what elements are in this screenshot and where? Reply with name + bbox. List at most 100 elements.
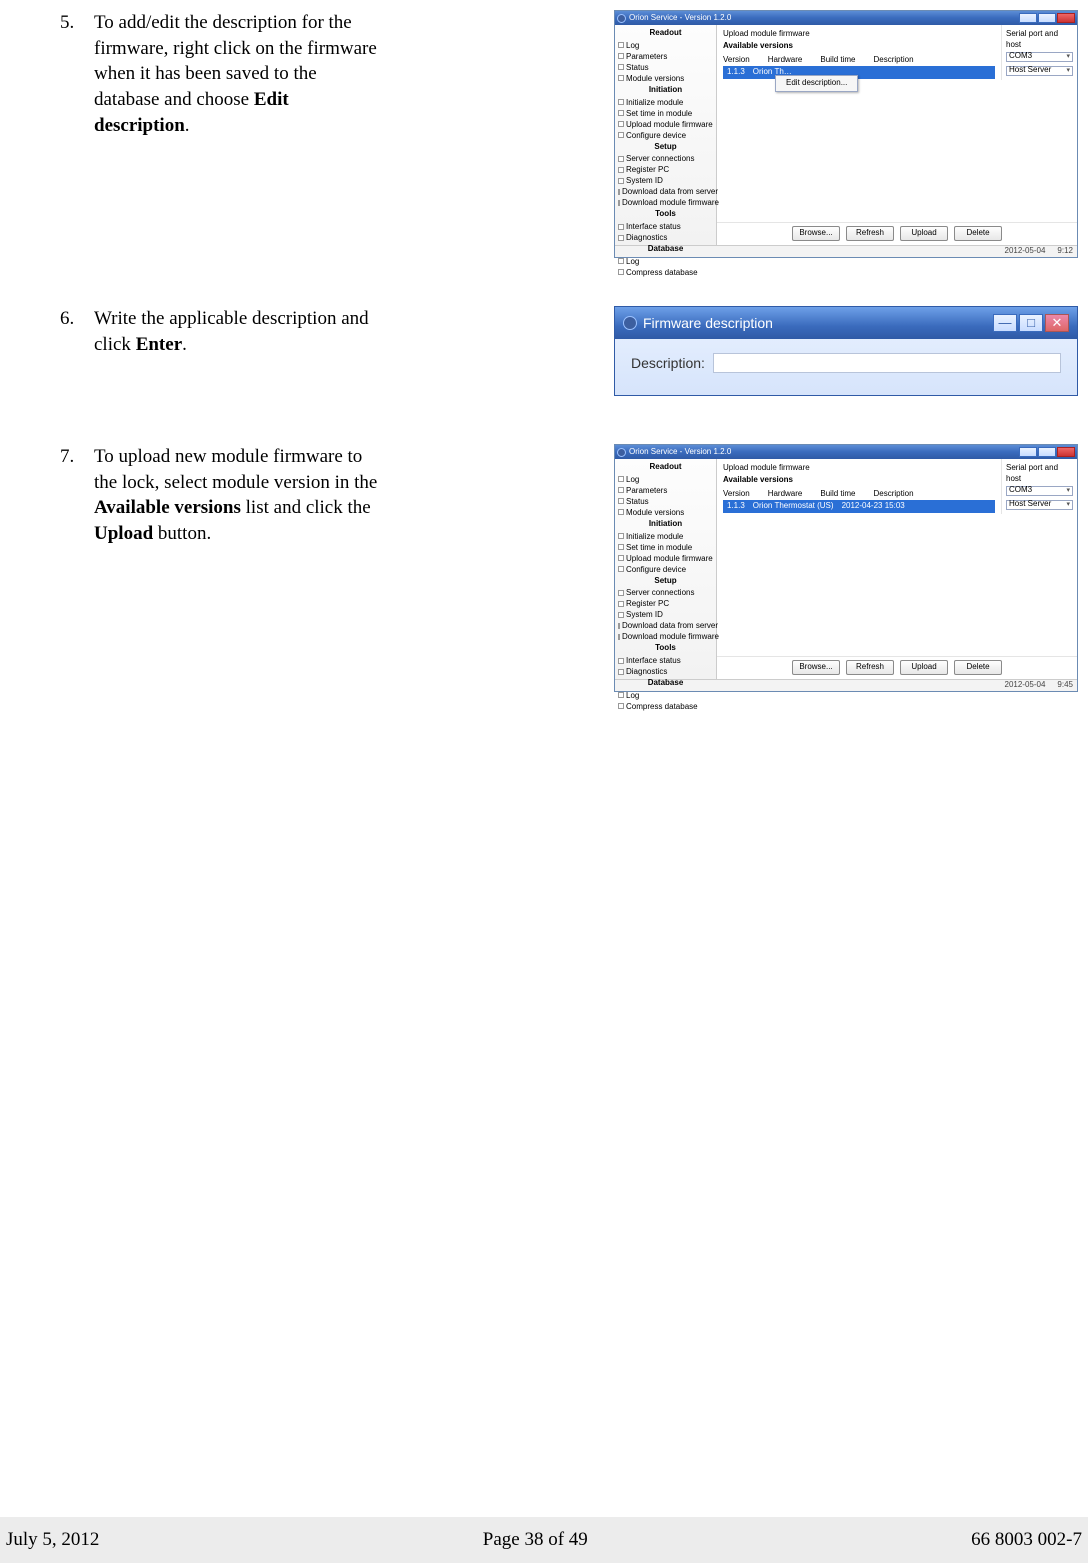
close-button[interactable]: [1057, 447, 1075, 457]
dialog-title: Firmware description: [643, 314, 773, 333]
step-5: 5. To add/edit the description for the f…: [0, 10, 1088, 258]
com-port-combo[interactable]: COM3▾: [1006, 52, 1073, 62]
upload-button[interactable]: Upload: [900, 660, 948, 675]
sidebar-item-register-pc[interactable]: Register PC: [615, 598, 716, 609]
com-port-combo[interactable]: COM3▾: [1006, 486, 1073, 496]
titlebar: Orion Service - Version 1.2.0: [615, 11, 1077, 25]
available-versions-label: Available versions: [723, 475, 995, 486]
sidebar-item-configure-device[interactable]: Configure device: [615, 130, 716, 141]
sidebar-item-set-time[interactable]: Set time in module: [615, 542, 716, 553]
step-text: To upload new module firmware to the loc…: [94, 444, 394, 547]
sidebar-item-upload-firmware[interactable]: Upload module firmware: [615, 119, 716, 130]
minimize-button[interactable]: [1019, 447, 1037, 457]
sidebar-item-parameters[interactable]: Parameters: [615, 51, 716, 62]
sidebar-heading-database: Database: [615, 677, 716, 690]
refresh-button[interactable]: Refresh: [846, 226, 894, 241]
sidebar: Readout Log Parameters Status Module ver…: [615, 459, 717, 679]
step-figure: Firmware description — □ ✕ Description:: [394, 306, 1088, 396]
button-bar: Browse... Refresh Upload Delete: [717, 656, 1077, 679]
browse-button[interactable]: Browse...: [792, 660, 840, 675]
minimize-button[interactable]: [1019, 13, 1037, 23]
host-server-combo[interactable]: Host Server▾: [1006, 66, 1073, 76]
sidebar-item-log[interactable]: Log: [615, 474, 716, 485]
sidebar-item-server-conn[interactable]: Server connections: [615, 587, 716, 598]
close-button[interactable]: [1057, 13, 1075, 23]
sidebar-item-dl-firmware[interactable]: Download module firmware: [615, 197, 716, 208]
sidebar-item-upload-firmware[interactable]: Upload module firmware: [615, 553, 716, 564]
upload-label: Upload module firmware: [723, 463, 995, 474]
app-window-upload: Orion Service - Version 1.2.0 Readout Lo…: [614, 444, 1078, 692]
chevron-down-icon: ▾: [1066, 500, 1070, 509]
sidebar-heading-tools: Tools: [615, 208, 716, 221]
sidebar-item-status[interactable]: Status: [615, 496, 716, 507]
sidebar-item-log[interactable]: Log: [615, 40, 716, 51]
sidebar-item-parameters[interactable]: Parameters: [615, 485, 716, 496]
main-panel: Upload module firmware Available version…: [717, 459, 1077, 679]
step-text: Write the applicable description and cli…: [94, 306, 394, 357]
sidebar-item-interface-status[interactable]: Interface status: [615, 221, 716, 232]
sidebar-item-diagnostics[interactable]: Diagnostics: [615, 232, 716, 243]
step-figure: Orion Service - Version 1.2.0 Readout Lo…: [394, 444, 1088, 692]
sidebar-item-dl-data[interactable]: Download data from server: [615, 620, 716, 631]
footer-doc-id: 66 8003 002-7: [971, 1527, 1082, 1553]
close-button[interactable]: ✕: [1045, 314, 1069, 332]
serial-port-label: Serial port and host: [1006, 29, 1073, 51]
sidebar-heading-readout: Readout: [615, 461, 716, 474]
sidebar-item-set-time[interactable]: Set time in module: [615, 108, 716, 119]
button-bar: Browse... Refresh Upload Delete: [717, 222, 1077, 245]
sidebar-item-db-log[interactable]: Log: [615, 690, 716, 701]
description-input[interactable]: [713, 353, 1061, 373]
browse-button[interactable]: Browse...: [792, 226, 840, 241]
sidebar-item-module-versions[interactable]: Module versions: [615, 73, 716, 84]
main-panel: Upload module firmware Available version…: [717, 25, 1077, 245]
sidebar-item-compress-db[interactable]: Compress database: [615, 701, 716, 712]
app-icon: [617, 14, 626, 23]
sidebar-item-module-versions[interactable]: Module versions: [615, 507, 716, 518]
window-title: Orion Service - Version 1.2.0: [629, 447, 731, 458]
minimize-button[interactable]: —: [993, 314, 1017, 332]
app-window-edit-desc: Orion Service - Version 1.2.0 Readout Lo…: [614, 10, 1078, 258]
firmware-description-dialog: Firmware description — □ ✕ Description:: [614, 306, 1078, 396]
sidebar-item-diagnostics[interactable]: Diagnostics: [615, 666, 716, 677]
step-6: 6. Write the applicable description and …: [0, 306, 1088, 396]
sidebar-item-db-log[interactable]: Log: [615, 256, 716, 267]
sidebar-heading-setup: Setup: [615, 575, 716, 588]
selected-row[interactable]: 1.1.3 Orion Thermostat (US) 2012-04-23 1…: [723, 500, 995, 513]
context-menu-edit-description[interactable]: Edit description...: [775, 75, 858, 92]
step-figure: Orion Service - Version 1.2.0 Readout Lo…: [394, 10, 1088, 258]
delete-button[interactable]: Delete: [954, 660, 1002, 675]
sidebar-item-compress-db[interactable]: Compress database: [615, 267, 716, 278]
step-number: 6.: [60, 306, 94, 332]
maximize-button[interactable]: [1038, 13, 1056, 23]
columns-header: Version Hardware Build time Description: [717, 488, 1001, 501]
page-footer: July 5, 2012 Page 38 of 49 66 8003 002-7: [0, 1517, 1088, 1563]
sidebar-item-status[interactable]: Status: [615, 62, 716, 73]
right-column: Serial port and host COM3▾ Host Server▾: [1001, 459, 1077, 514]
refresh-button[interactable]: Refresh: [846, 660, 894, 675]
sidebar-item-dl-data[interactable]: Download data from server: [615, 186, 716, 197]
window-buttons: [1018, 447, 1075, 457]
sidebar-item-system-id[interactable]: System ID: [615, 609, 716, 620]
host-server-combo[interactable]: Host Server▾: [1006, 500, 1073, 510]
upload-button[interactable]: Upload: [900, 226, 948, 241]
step-text: To add/edit the description for the firm…: [94, 10, 394, 138]
sidebar-heading-initiation: Initiation: [615, 518, 716, 531]
footer-page: Page 38 of 49: [483, 1527, 588, 1553]
sidebar-item-configure-device[interactable]: Configure device: [615, 564, 716, 575]
sidebar-item-initialize-module[interactable]: Initialize module: [615, 97, 716, 108]
sidebar-item-server-conn[interactable]: Server connections: [615, 153, 716, 164]
sidebar-item-initialize-module[interactable]: Initialize module: [615, 531, 716, 542]
chevron-down-icon: ▾: [1066, 52, 1070, 61]
maximize-button[interactable]: [1038, 447, 1056, 457]
sidebar-heading-initiation: Initiation: [615, 84, 716, 97]
step-number: 5.: [60, 10, 94, 36]
sidebar-item-interface-status[interactable]: Interface status: [615, 655, 716, 666]
chevron-down-icon: ▾: [1066, 486, 1070, 495]
columns-header: Version Hardware Build time Description: [717, 54, 1001, 67]
maximize-button[interactable]: □: [1019, 314, 1043, 332]
sidebar-item-system-id[interactable]: System ID: [615, 175, 716, 186]
delete-button[interactable]: Delete: [954, 226, 1002, 241]
selected-row[interactable]: 1.1.3 Orion Th… Edit description...: [723, 66, 995, 79]
sidebar-item-dl-firmware[interactable]: Download module firmware: [615, 631, 716, 642]
sidebar-item-register-pc[interactable]: Register PC: [615, 164, 716, 175]
